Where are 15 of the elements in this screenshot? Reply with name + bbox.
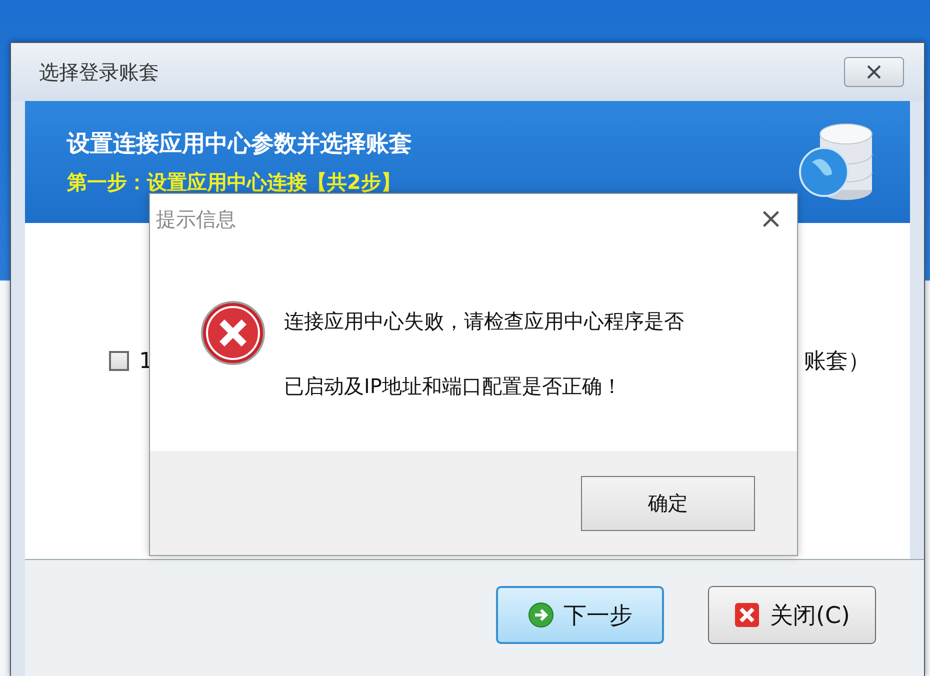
arrow-right-icon (528, 602, 554, 628)
close-button[interactable]: 关闭(C) (708, 586, 876, 644)
dialog-title: 提示信息 (156, 206, 236, 232)
window-title: 选择登录账套 (39, 58, 159, 86)
message-text: 连接应用中心失败，请检查应用中心程序是否 (284, 308, 684, 335)
message-text: 已启动及IP地址和端口配置是否正确！ (284, 373, 623, 400)
checkbox[interactable] (109, 351, 129, 371)
banner-title: 设置连接应用中心参数并选择账套 (67, 130, 412, 159)
error-icon (200, 300, 266, 366)
option-label: 账套） (804, 348, 870, 376)
ok-button[interactable]: 确定 (581, 476, 755, 530)
next-button[interactable]: 下一步 (496, 586, 664, 644)
close-button[interactable] (844, 57, 904, 87)
close-icon (734, 602, 760, 628)
step-label: 第一步：设置应用中心连接【共2步】 (67, 169, 402, 196)
